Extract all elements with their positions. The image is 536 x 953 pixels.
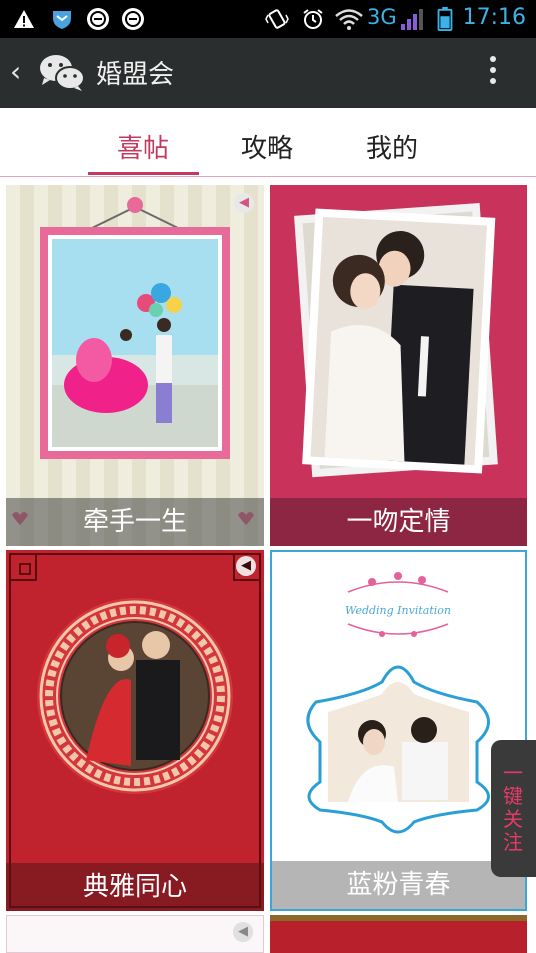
card-artwork bbox=[294, 202, 498, 478]
tab-bar: 喜帖 攻略 我的 bbox=[0, 108, 536, 177]
sound-icon[interactable]: ◀ bbox=[233, 922, 253, 942]
tab-indicator bbox=[88, 172, 199, 175]
card-artwork: Wedding Invitation bbox=[306, 572, 490, 834]
app-bar: ‹ 婚盟会 bbox=[0, 38, 536, 108]
sound-icon[interactable]: ◀ bbox=[234, 193, 254, 213]
vibrate-icon bbox=[265, 9, 289, 29]
svg-text:Wedding Invitation: Wedding Invitation bbox=[345, 604, 451, 617]
template-card[interactable]: ◀ 牵手一生 bbox=[6, 185, 264, 546]
card-title: 一吻定情 bbox=[270, 498, 527, 546]
back-icon[interactable]: ‹ bbox=[10, 58, 21, 86]
tab-invitations[interactable]: 喜帖 bbox=[117, 128, 169, 165]
follow-button-label: 一键关注 bbox=[503, 761, 523, 854]
template-card[interactable]: ◀ bbox=[6, 915, 264, 953]
sound-icon[interactable]: ◀ bbox=[236, 556, 256, 576]
template-card[interactable]: ◀ 典雅同心 bbox=[6, 550, 264, 911]
card-artwork bbox=[12, 197, 254, 525]
template-card[interactable]: 一吻定情 bbox=[270, 185, 527, 546]
card-title: 蓝粉青春 bbox=[272, 861, 525, 909]
battery-icon bbox=[437, 7, 453, 31]
card-title: 典雅同心 bbox=[6, 863, 264, 911]
app-notification-icon-2 bbox=[122, 8, 144, 30]
app-notification-icon bbox=[87, 8, 109, 30]
template-card[interactable] bbox=[270, 915, 527, 953]
card-artwork bbox=[9, 553, 261, 908]
follow-button[interactable]: 一键关注 bbox=[491, 740, 536, 877]
wechat-icon bbox=[40, 55, 85, 91]
signal-icon bbox=[401, 9, 423, 30]
more-menu-icon[interactable] bbox=[488, 56, 498, 92]
page-title: 婚盟会 bbox=[96, 60, 175, 90]
clock: 17:16 bbox=[462, 5, 526, 30]
wifi-icon bbox=[335, 9, 363, 30]
shield-icon bbox=[53, 11, 71, 29]
card-title: 牵手一生 bbox=[6, 498, 264, 546]
tab-guides[interactable]: 攻略 bbox=[241, 128, 293, 165]
template-card[interactable]: Wedding Invitation 蓝粉青春 bbox=[270, 550, 527, 911]
warning-icon bbox=[14, 10, 34, 28]
tab-mine[interactable]: 我的 bbox=[366, 128, 418, 165]
status-bar: 3G 17:16 bbox=[0, 0, 536, 38]
network-type: 3G bbox=[367, 5, 397, 29]
alarm-icon bbox=[303, 9, 323, 29]
